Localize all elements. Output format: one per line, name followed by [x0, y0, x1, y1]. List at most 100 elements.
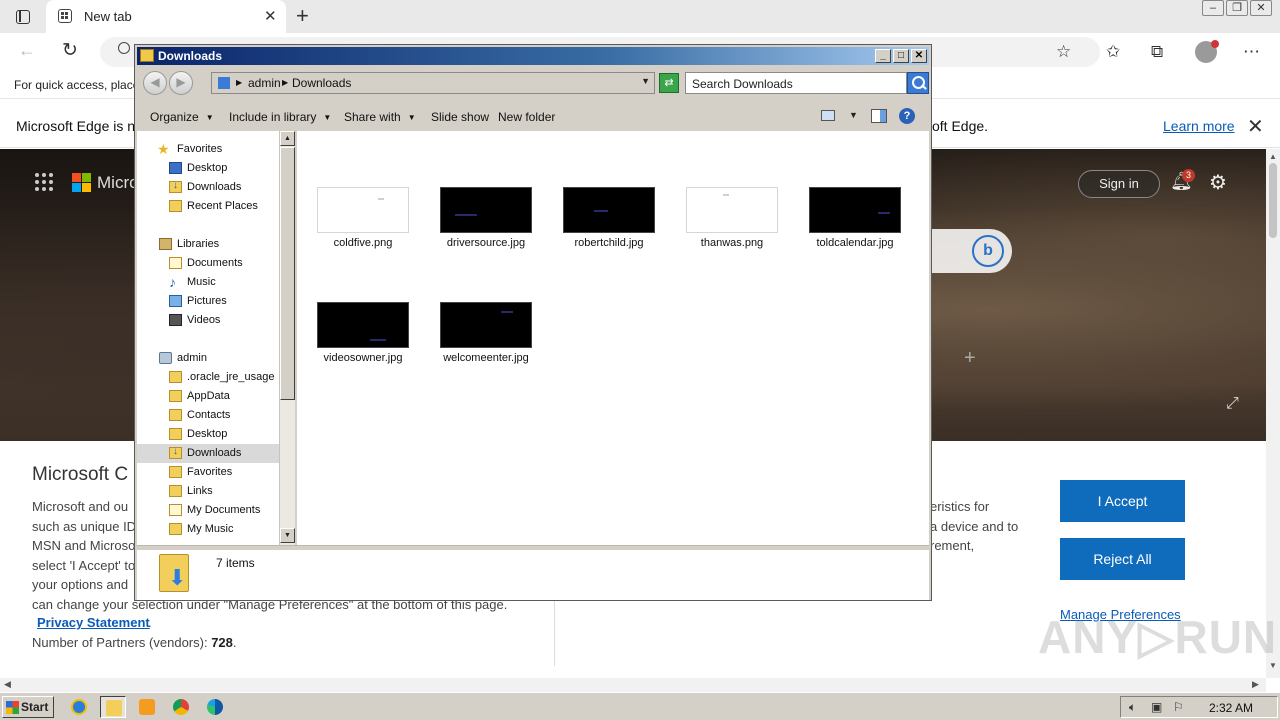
- nav-label: Documents: [187, 257, 243, 269]
- tab-actions-icon[interactable]: [12, 7, 34, 27]
- explorer-back-button[interactable]: ◀: [143, 71, 167, 95]
- volume-icon[interactable]: 🔈︎: [1129, 700, 1136, 715]
- page-vertical-scrollbar[interactable]: ▲ ▼: [1266, 149, 1280, 678]
- file-item[interactable]: thanwas.png: [676, 187, 786, 257]
- chrome-taskbar-icon[interactable]: [168, 696, 194, 718]
- explorer-forward-button[interactable]: ▶: [169, 71, 193, 95]
- nav-music[interactable]: ♪ Music: [137, 273, 279, 292]
- nav-pane-scrollbar[interactable]: ▲ ▼: [279, 131, 295, 545]
- bing-chat-icon[interactable]: b: [972, 235, 1004, 267]
- minimize-button[interactable]: –: [1202, 0, 1224, 16]
- nav-favorites-user[interactable]: Favorites: [137, 463, 279, 482]
- edge-taskbar-icon[interactable]: [202, 696, 228, 718]
- nav-documents[interactable]: Documents: [137, 254, 279, 273]
- scroll-up-icon[interactable]: ▲: [1269, 152, 1277, 161]
- new-folder-button[interactable]: New folder: [498, 110, 555, 124]
- add-favorite-icon[interactable]: ☆: [1056, 42, 1071, 62]
- apps-grid-icon[interactable]: [35, 173, 53, 191]
- expand-icon[interactable]: ⤢: [1226, 395, 1239, 413]
- preview-pane-icon[interactable]: [871, 109, 887, 123]
- nav-desktop-user[interactable]: Desktop: [137, 425, 279, 444]
- breadcrumb-admin[interactable]: admin: [248, 76, 281, 90]
- share-with-button[interactable]: Share with ▼: [344, 110, 416, 124]
- more-options-icon[interactable]: ⋯: [1243, 42, 1260, 62]
- nav-desktop[interactable]: Desktop: [137, 159, 279, 178]
- tab-new-tab[interactable]: New tab ✕: [46, 0, 286, 33]
- view-dropdown-icon[interactable]: ▼: [849, 110, 858, 120]
- file-item[interactable]: videosowner.jpg: [307, 302, 417, 372]
- nav-downloads[interactable]: Downloads: [137, 178, 279, 197]
- start-button[interactable]: Start: [2, 696, 54, 718]
- explorer-title: Downloads: [158, 49, 223, 63]
- scroll-right-icon[interactable]: ▶: [1252, 679, 1259, 690]
- refresh-icon[interactable]: ↻: [62, 39, 78, 62]
- add-shortcut-icon[interactable]: +: [964, 347, 976, 370]
- nav-my-documents[interactable]: My Documents: [137, 501, 279, 520]
- file-item[interactable]: driversource.jpg: [430, 187, 540, 257]
- nav-recent-places[interactable]: Recent Places: [137, 197, 279, 216]
- back-icon[interactable]: ←: [18, 40, 36, 61]
- organize-button[interactable]: Organize ▼: [150, 110, 214, 124]
- sign-in-button[interactable]: Sign in: [1078, 170, 1160, 198]
- slide-show-button[interactable]: Slide show: [431, 110, 489, 124]
- scroll-thumb[interactable]: [1269, 163, 1277, 238]
- star-icon: ★: [157, 141, 170, 157]
- nav-oracle-jre-usage[interactable]: .oracle_jre_usage: [137, 368, 279, 387]
- nav-appdata[interactable]: AppData: [137, 387, 279, 406]
- breadcrumb-arrow-icon[interactable]: ▶: [282, 78, 288, 87]
- file-item[interactable]: coldfive.png: [307, 187, 417, 257]
- close-button[interactable]: ✕: [1250, 0, 1272, 16]
- explorer-titlebar[interactable]: Downloads _ □ ✕: [137, 47, 929, 65]
- scroll-up-icon[interactable]: ▲: [280, 131, 295, 146]
- refresh-icon[interactable]: ⇄: [659, 73, 679, 93]
- change-view-icon[interactable]: [821, 110, 835, 121]
- file-item[interactable]: robertchild.jpg: [553, 187, 663, 257]
- nav-downloads-user[interactable]: Downloads: [137, 444, 279, 463]
- restore-button[interactable]: ❐: [1226, 0, 1248, 16]
- file-name: toldcalendar.jpg: [816, 237, 894, 249]
- nav-pictures[interactable]: Pictures: [137, 292, 279, 311]
- explorer-search-input[interactable]: Search Downloads: [685, 72, 907, 94]
- file-item[interactable]: toldcalendar.jpg: [799, 187, 909, 257]
- nav-favorites[interactable]: ★ Favorites: [137, 140, 279, 159]
- page-horizontal-scrollbar[interactable]: ◀ ▶: [0, 678, 1266, 692]
- include-in-library-button[interactable]: Include in library ▼: [229, 110, 331, 124]
- nav-links[interactable]: Links: [137, 482, 279, 501]
- scroll-left-icon[interactable]: ◀: [4, 679, 11, 690]
- help-icon[interactable]: ?: [899, 108, 915, 124]
- info-close-icon[interactable]: ✕: [1247, 114, 1264, 139]
- new-tab-button[interactable]: +: [296, 3, 309, 29]
- nav-label: Desktop: [187, 162, 228, 174]
- collections-icon[interactable]: ⧉: [1151, 42, 1163, 62]
- tab-close-icon[interactable]: ✕: [264, 7, 277, 25]
- scroll-thumb[interactable]: [280, 147, 295, 400]
- address-dropdown-icon[interactable]: ▼: [641, 76, 650, 86]
- explorer-minimize-button[interactable]: _: [875, 49, 891, 63]
- reject-all-button[interactable]: Reject All: [1060, 538, 1185, 580]
- nav-my-music[interactable]: My Music: [137, 520, 279, 539]
- network-icon[interactable]: ▣: [1151, 700, 1162, 714]
- media-player-taskbar-icon[interactable]: [134, 696, 160, 718]
- breadcrumb-arrow-icon[interactable]: ▶: [236, 78, 242, 87]
- accept-button[interactable]: I Accept: [1060, 480, 1185, 522]
- internet-explorer-taskbar-icon[interactable]: [66, 696, 92, 718]
- privacy-statement-link[interactable]: Privacy Statement: [37, 615, 150, 630]
- nav-libraries[interactable]: Libraries: [137, 235, 279, 254]
- explorer-address-bar[interactable]: ▶ admin ▶ Downloads ▼: [211, 72, 655, 94]
- file-item[interactable]: welcomeenter.jpg: [430, 302, 540, 372]
- action-center-flag-icon[interactable]: ⚐: [1173, 700, 1184, 714]
- nav-contacts[interactable]: Contacts: [137, 406, 279, 425]
- breadcrumb-downloads[interactable]: Downloads: [292, 76, 351, 90]
- favorites-icon[interactable]: ✩: [1106, 42, 1120, 62]
- explorer-close-button[interactable]: ✕: [911, 49, 927, 63]
- nav-videos[interactable]: Videos: [137, 311, 279, 330]
- nav-admin[interactable]: admin: [137, 349, 279, 368]
- explorer-maximize-button[interactable]: □: [893, 49, 909, 63]
- explorer-search-icon[interactable]: [907, 72, 929, 94]
- explorer-taskbar-icon[interactable]: [100, 696, 126, 718]
- clock[interactable]: 2:32 AM: [1209, 701, 1253, 715]
- profile-avatar[interactable]: [1195, 40, 1219, 63]
- learn-more-link[interactable]: Learn more: [1163, 118, 1235, 134]
- scroll-down-icon[interactable]: ▼: [280, 528, 295, 543]
- settings-gear-icon[interactable]: ⚙: [1209, 170, 1227, 195]
